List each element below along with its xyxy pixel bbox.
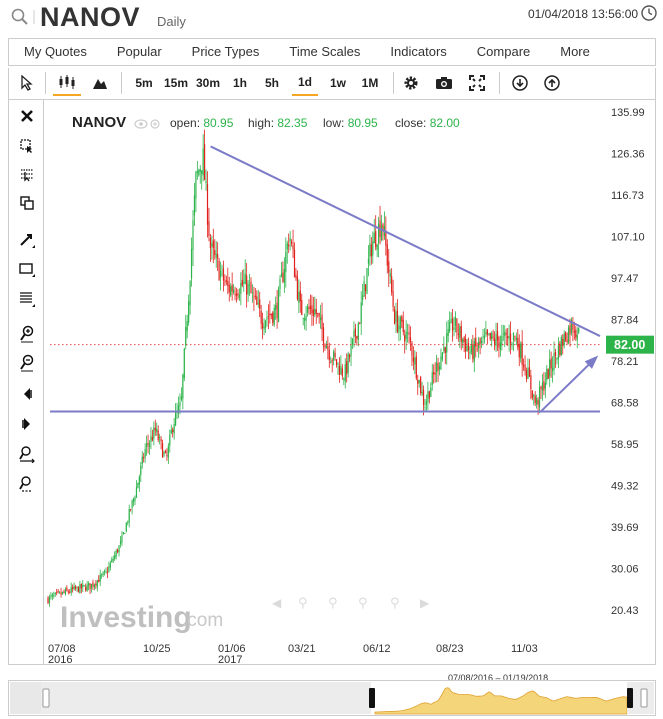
main-menu: My Quotes Popular Price Types Time Scale… xyxy=(8,38,656,66)
interval-5h[interactable]: 5h xyxy=(263,70,281,96)
menu-my-quotes[interactable]: My Quotes xyxy=(9,39,102,65)
toolbar-divider xyxy=(45,72,46,94)
toolbar-divider xyxy=(121,72,122,94)
clock-icon[interactable] xyxy=(640,4,658,22)
page-title: NANOV xyxy=(40,2,141,32)
interval-1w[interactable]: 1w xyxy=(327,70,349,96)
camera-icon[interactable] xyxy=(433,70,455,96)
cloud-download-icon[interactable] xyxy=(509,70,531,96)
interval-label: 30m xyxy=(195,76,221,90)
interval-30m[interactable]: 30m xyxy=(196,70,220,96)
navigator-handle-left xyxy=(369,688,375,708)
visibility-icon[interactable] xyxy=(134,118,166,130)
legend-close: close: 82.00 xyxy=(395,116,460,130)
legend-ticker: NANOV xyxy=(72,114,127,131)
high-value: 82.35 xyxy=(277,116,308,130)
menu-more[interactable]: More xyxy=(545,39,605,65)
crosshair-icon[interactable] xyxy=(15,163,39,185)
menu-indicators[interactable]: Indicators xyxy=(375,39,461,65)
mountain-chart-icon[interactable] xyxy=(89,70,111,96)
reset-zoom-icon[interactable] xyxy=(15,473,39,495)
cursor-icon[interactable] xyxy=(17,70,37,96)
vertical-divider-icon xyxy=(33,10,35,24)
cloud-upload-icon[interactable] xyxy=(541,70,563,96)
low-label: low: xyxy=(323,116,345,130)
top-bar: NANOV Daily 01/04/2018 13:56:00 xyxy=(0,0,663,36)
interval-label: 5h xyxy=(264,76,279,90)
open-value: 80.95 xyxy=(203,116,234,130)
zoom-in-icon[interactable] xyxy=(15,323,39,345)
low-value: 80.95 xyxy=(347,116,378,130)
zoom-pan-icon[interactable] xyxy=(15,443,39,465)
interval-1M[interactable]: 1M xyxy=(359,70,381,96)
navigator-scroll-left xyxy=(42,688,50,708)
copy-icon[interactable] xyxy=(15,192,39,214)
zoom-out-icon[interactable] xyxy=(15,352,39,374)
drawing-tools-panel xyxy=(8,100,44,665)
interval-label: 5m xyxy=(135,76,153,90)
menu-popular[interactable]: Popular xyxy=(102,39,177,65)
range-navigator[interactable] xyxy=(8,680,656,716)
interval-label: 1w xyxy=(329,76,346,90)
toolbar-divider xyxy=(499,72,500,94)
navigator-unselected xyxy=(41,682,371,714)
candlestick-chart-icon[interactable] xyxy=(53,70,81,96)
close-value: 82.00 xyxy=(429,116,460,130)
open-label: open: xyxy=(170,116,201,130)
close-icon[interactable] xyxy=(15,105,39,127)
trendline-tool-icon[interactable] xyxy=(15,229,39,251)
chart-toolbar: 5m 15m 30m 1h 5h 1d 1w 1M xyxy=(8,68,656,100)
menu-price-types[interactable]: Price Types xyxy=(177,39,275,65)
interval-label: 15m xyxy=(163,76,189,90)
menu-time-scales[interactable]: Time Scales xyxy=(274,39,375,65)
timeframe-label: Daily xyxy=(157,14,186,29)
high-label: high: xyxy=(248,116,275,130)
menu-compare[interactable]: Compare xyxy=(462,39,545,65)
navigator-area xyxy=(374,687,628,715)
interval-1h[interactable]: 1h xyxy=(231,70,249,96)
gear-icon[interactable] xyxy=(400,70,422,96)
interval-label: 1M xyxy=(361,76,379,90)
chart-area[interactable] xyxy=(44,100,656,665)
scroll-left-icon[interactable] xyxy=(15,383,39,405)
close-label: close: xyxy=(395,116,427,130)
delete-drawing-icon[interactable] xyxy=(15,135,39,157)
fullscreen-icon[interactable] xyxy=(466,70,488,96)
fibonacci-tool-icon[interactable] xyxy=(15,288,39,310)
rectangle-tool-icon[interactable] xyxy=(15,258,39,280)
interval-5m[interactable]: 5m xyxy=(135,70,153,96)
toolbar-divider xyxy=(393,72,394,94)
navigator-handle-right xyxy=(627,688,633,708)
scroll-right-icon[interactable] xyxy=(15,413,39,435)
legend-high: high: 82.35 xyxy=(248,116,307,130)
datetime-label: 01/04/2018 13:56:00 xyxy=(528,7,639,21)
search-icon[interactable] xyxy=(10,7,30,27)
interval-label: 1d xyxy=(297,75,312,89)
interval-label: 1h xyxy=(232,76,247,90)
legend-open: open: 80.95 xyxy=(170,116,233,130)
interval-15m[interactable]: 15m xyxy=(164,70,188,96)
navigator-scroll-right xyxy=(640,688,648,708)
navigator-shaded-left xyxy=(10,682,41,714)
legend-low: low: 80.95 xyxy=(323,116,378,130)
navigator-chart xyxy=(10,682,654,715)
interval-1d[interactable]: 1d xyxy=(292,70,318,96)
